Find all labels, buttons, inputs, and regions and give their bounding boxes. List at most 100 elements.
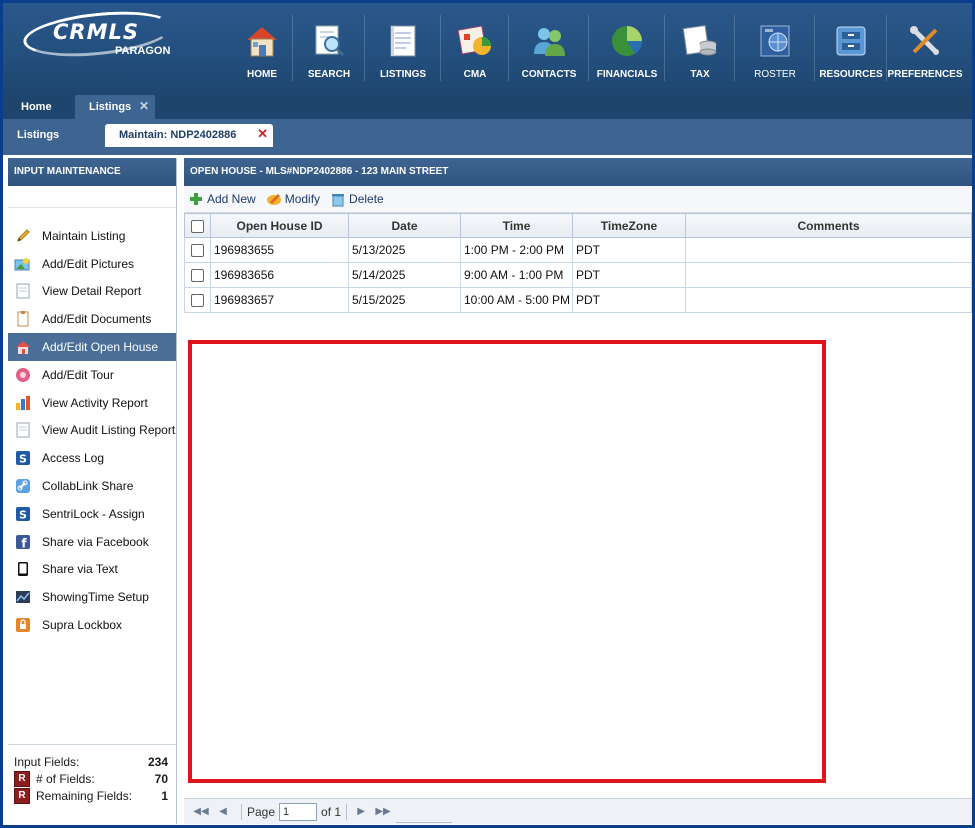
cell-open-house-id: 196983656 bbox=[210, 262, 349, 288]
nav-label: HOME bbox=[247, 69, 277, 80]
sidebar-item-label: Add/Edit Documents bbox=[42, 312, 152, 327]
add-new-label: Add New bbox=[207, 192, 256, 206]
nav-tax[interactable]: TAX bbox=[665, 3, 735, 93]
action-toolbar: Add New Modify Delete bbox=[184, 186, 972, 213]
sub-tab-bar: Listings Maintain: NDP2402886 ✕ bbox=[3, 119, 972, 155]
documents-icon bbox=[14, 310, 32, 328]
pencil-icon bbox=[14, 227, 32, 245]
cell-date: 5/15/2025 bbox=[348, 287, 461, 313]
cell-date: 5/14/2025 bbox=[348, 262, 461, 288]
sidebar-item-label: View Detail Report bbox=[42, 284, 142, 299]
home-icon bbox=[242, 21, 282, 61]
audit-report-icon bbox=[14, 421, 32, 439]
sidebar-item-access-log[interactable]: S Access Log bbox=[8, 444, 176, 472]
sidebar-item-label: Supra Lockbox bbox=[42, 618, 123, 633]
sidebar-item-share-via-text[interactable]: Share via Text bbox=[8, 556, 176, 584]
sidebar-item-add-edit-pictures[interactable]: Add/Edit Pictures bbox=[8, 250, 176, 278]
row-checkbox[interactable] bbox=[191, 294, 204, 308]
nav-preferences[interactable]: PREFERENCES bbox=[887, 3, 963, 93]
sidebar-item-view-audit-listing-report[interactable]: View Audit Listing Report bbox=[8, 417, 176, 445]
sidebar-item-supra-lockbox[interactable]: Supra Lockbox bbox=[8, 611, 176, 639]
nav-label: FINANCIALS bbox=[596, 69, 658, 80]
num-fields-label: # of Fields: bbox=[36, 771, 95, 786]
close-icon[interactable]: ✕ bbox=[257, 122, 268, 145]
modify-button[interactable]: Modify bbox=[266, 191, 320, 207]
sidebar-item-label: ShowingTime Setup bbox=[42, 590, 149, 605]
row-checkbox[interactable] bbox=[191, 244, 204, 258]
svg-text:f: f bbox=[21, 536, 27, 550]
open-house-icon bbox=[14, 338, 32, 356]
subtab-maintain[interactable]: Maintain: NDP2402886 ✕ bbox=[105, 124, 273, 147]
sidebar-item-collablink-share[interactable]: CollabLink Share bbox=[8, 472, 176, 500]
sidebar-item-add-edit-open-house[interactable]: Add/Edit Open House bbox=[8, 333, 176, 361]
remaining-fields-label: Remaining Fields: bbox=[36, 788, 133, 803]
table-row[interactable]: 196983656 5/14/2025 9:00 AM - 1:00 PM PD… bbox=[184, 262, 972, 288]
input-fields-value: 234 bbox=[147, 754, 168, 769]
facebook-icon: f bbox=[14, 533, 32, 551]
col-timezone[interactable]: TimeZone bbox=[572, 213, 686, 238]
sidebar-item-view-detail-report[interactable]: View Detail Report bbox=[8, 278, 176, 306]
table-row[interactable]: 196983655 5/13/2025 1:00 PM - 2:00 PM PD… bbox=[184, 237, 972, 263]
add-new-button[interactable]: Add New bbox=[188, 191, 256, 207]
nav-label: RESOURCES bbox=[819, 69, 883, 80]
showingtime-icon bbox=[14, 588, 32, 606]
page-label: Page bbox=[247, 804, 276, 819]
prev-page-icon[interactable]: ◀ bbox=[214, 803, 232, 821]
nav-cma[interactable]: CMA bbox=[441, 3, 509, 93]
nav-resources[interactable]: RESOURCES bbox=[815, 3, 887, 93]
sidebar-item-label: View Activity Report bbox=[42, 395, 148, 410]
cell-time: 10:00 AM - 5:00 PM bbox=[460, 287, 573, 313]
close-icon[interactable]: ✕ bbox=[139, 94, 149, 118]
last-page-icon[interactable]: ▶▶ bbox=[374, 803, 392, 821]
sidebar-item-sentrilock-assign[interactable]: S SentriLock - Assign bbox=[8, 500, 176, 528]
col-time[interactable]: Time bbox=[460, 213, 573, 238]
app-window: CRMLS PARAGON HOME SEARCH LISTINGS CMA C… bbox=[0, 0, 975, 828]
col-date[interactable]: Date bbox=[348, 213, 461, 238]
row-checkbox[interactable] bbox=[191, 269, 204, 283]
first-page-icon[interactable]: ◀◀ bbox=[192, 803, 210, 821]
sidebar-item-label: Share via Text bbox=[42, 562, 118, 577]
page-number-input[interactable]: 1 bbox=[279, 802, 318, 821]
nav-label: CMA bbox=[463, 69, 487, 80]
nav-home[interactable]: HOME bbox=[231, 3, 293, 93]
table-row[interactable]: 196983657 5/15/2025 10:00 AM - 5:00 PM P… bbox=[184, 287, 972, 313]
modify-label: Modify bbox=[284, 192, 321, 206]
next-page-icon[interactable]: ▶ bbox=[352, 803, 370, 821]
nav-label: PREFERENCES bbox=[887, 69, 963, 80]
trash-icon bbox=[330, 191, 346, 207]
nav-label: TAX bbox=[690, 69, 710, 80]
highlight-annotation-box bbox=[188, 340, 826, 783]
nav-roster[interactable]: ROSTER bbox=[735, 3, 815, 93]
row-select-cell bbox=[184, 287, 211, 313]
nav-financials[interactable]: FINANCIALS bbox=[589, 3, 665, 93]
col-comments[interactable]: Comments bbox=[685, 213, 972, 238]
sidebar-menu: Maintain Listing Add/Edit Pictures View … bbox=[8, 222, 176, 639]
tab-home[interactable]: Home bbox=[7, 95, 66, 119]
plus-icon bbox=[188, 191, 204, 207]
tour-icon bbox=[14, 366, 32, 384]
sidebar-item-add-edit-documents[interactable]: Add/Edit Documents bbox=[8, 305, 176, 333]
select-all-checkbox[interactable] bbox=[191, 219, 204, 233]
horizontal-scrollbar[interactable] bbox=[396, 799, 452, 823]
link-icon bbox=[14, 477, 32, 495]
sidebar-spacer bbox=[8, 186, 176, 208]
tab-listings[interactable]: Listings ✕ bbox=[75, 95, 155, 119]
panel-title: OPEN HOUSE - MLS#NDP2402886 - 123 MAIN S… bbox=[184, 158, 972, 186]
delete-button[interactable]: Delete bbox=[330, 191, 384, 207]
sidebar-item-view-activity-report[interactable]: View Activity Report bbox=[8, 389, 176, 417]
cell-timezone: PDT bbox=[572, 287, 686, 313]
sidebar-item-maintain-listing[interactable]: Maintain Listing bbox=[8, 222, 176, 250]
col-open-house-id[interactable]: Open House ID bbox=[210, 213, 349, 238]
subtab-listings[interactable]: Listings bbox=[17, 129, 59, 141]
pager-divider bbox=[346, 803, 348, 820]
nav-listings[interactable]: LISTINGS bbox=[365, 3, 441, 93]
select-all-cell bbox=[184, 213, 211, 238]
delete-label: Delete bbox=[349, 192, 384, 206]
nav-contacts[interactable]: CONTACTS bbox=[509, 3, 589, 93]
nav-search[interactable]: SEARCH bbox=[293, 3, 365, 93]
sidebar-item-label: Add/Edit Open House bbox=[42, 340, 159, 355]
sidebar-item-showingtime-setup[interactable]: ShowingTime Setup bbox=[8, 583, 176, 611]
sidebar-item-share-via-facebook[interactable]: f Share via Facebook bbox=[8, 528, 176, 556]
sidebar-item-add-edit-tour[interactable]: Add/Edit Tour bbox=[8, 361, 176, 389]
crmls-logo[interactable]: CRMLS PARAGON bbox=[21, 5, 183, 63]
